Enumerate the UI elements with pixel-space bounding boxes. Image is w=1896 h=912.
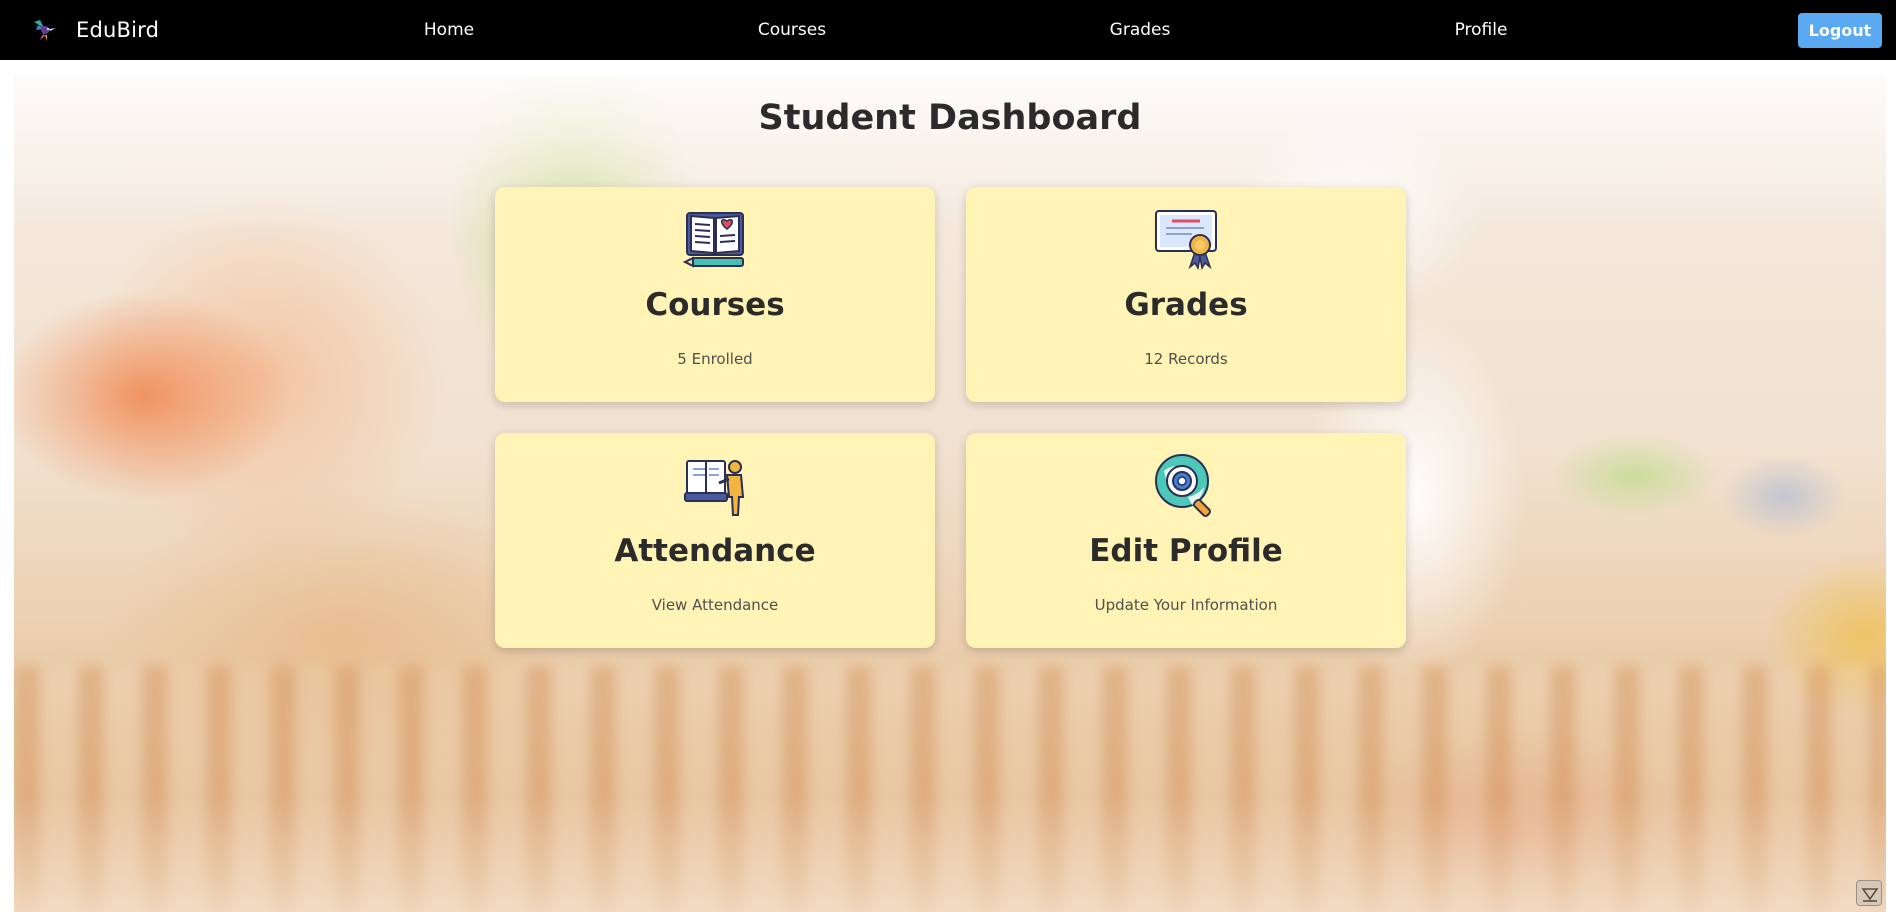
grades-card-title: Grades (1124, 287, 1248, 323)
nav-link-grades[interactable]: Grades (1110, 0, 1171, 60)
brand-name: EduBird (76, 18, 160, 42)
background-floor (14, 796, 1886, 912)
settings-search-icon (1154, 453, 1218, 517)
courses-card-subtitle: 5 Enrolled (677, 350, 753, 368)
logout-button[interactable]: Logout (1798, 13, 1882, 48)
attendance-card[interactable]: Attendance View Attendance (495, 433, 935, 648)
page-title: Student Dashboard (758, 98, 1142, 138)
grades-card-subtitle: 12 Records (1144, 350, 1228, 368)
attendance-card-title: Attendance (614, 533, 816, 569)
dashboard-main: Student Dashboard Courses 5 Enrolled Gra… (14, 76, 1886, 912)
corner-widget-button[interactable] (1856, 880, 1882, 906)
certificate-icon (1154, 207, 1218, 271)
grades-card[interactable]: Grades 12 Records (966, 187, 1406, 402)
edit-profile-card-title: Edit Profile (1089, 533, 1283, 569)
nav-link-courses[interactable]: Courses (758, 0, 826, 60)
hummingbird-logo-icon (30, 16, 58, 44)
nav-link-profile[interactable]: Profile (1455, 0, 1508, 60)
edit-profile-card-subtitle: Update Your Information (1094, 596, 1278, 614)
nav-link-home[interactable]: Home (424, 0, 474, 60)
edit-profile-card[interactable]: Edit Profile Update Your Information (966, 433, 1406, 648)
down-chevron-icon (1861, 888, 1879, 902)
courses-card-title: Courses (645, 287, 785, 323)
brand-home-link[interactable]: EduBird (30, 0, 159, 60)
courses-card[interactable]: Courses 5 Enrolled (495, 187, 935, 402)
attendance-card-subtitle: View Attendance (651, 596, 779, 614)
open-book-icon (682, 207, 747, 271)
top-navbar: EduBird Home Courses Grades Profile Logo… (0, 0, 1896, 60)
teacher-board-icon (683, 453, 747, 517)
